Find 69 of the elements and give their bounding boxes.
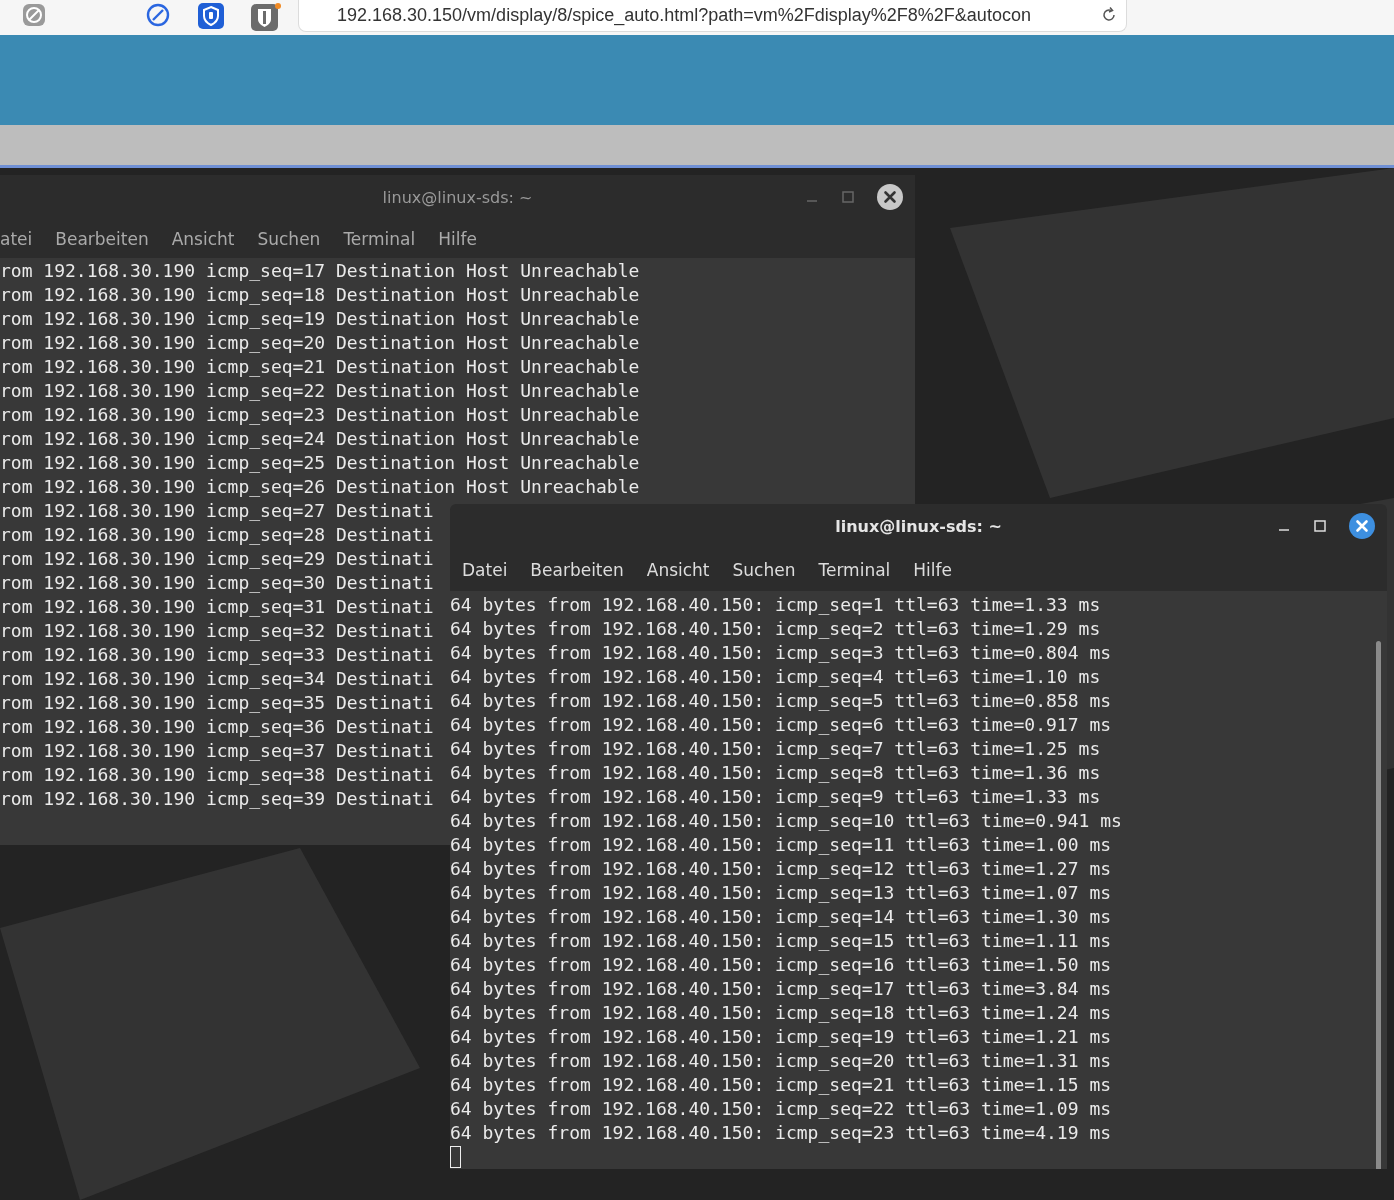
menu-item[interactable]: Terminal — [343, 229, 416, 249]
menu-item[interactable]: Bearbeiten — [55, 229, 149, 249]
menu-item[interactable]: Datei — [462, 560, 508, 580]
terminal-line: 64 bytes from 192.168.40.150: icmp_seq=23 ttl=63 time=4.19 ms — [450, 1121, 1112, 1145]
terminal-line: rom 192.168.30.190 icmp_seq=34 Destinati — [0, 667, 434, 691]
terminal-line: 64 bytes from 192.168.40.150: icmp_seq=18 ttl=63 time=1.24 ms — [450, 1001, 1112, 1025]
terminal-line: rom 192.168.30.190 icmp_seq=27 Destinati — [0, 499, 434, 523]
close-icon[interactable] — [877, 184, 903, 210]
menu-item[interactable]: Hilfe — [438, 229, 477, 249]
terminal-line: rom 192.168.30.190 icmp_seq=32 Destinati — [0, 619, 434, 643]
terminal-line: 64 bytes from 192.168.40.150: icmp_seq=16 ttl=63 time=1.50 ms — [450, 953, 1112, 977]
shield-icon[interactable] — [251, 3, 281, 31]
terminal-line: 64 bytes from 192.168.40.150: icmp_seq=4 ttl=63 time=1.10 ms — [450, 665, 1101, 689]
terminal-line: rom 192.168.30.190 icmp_seq=36 Destinati — [0, 715, 434, 739]
menu-item[interactable]: Bearbeiten — [530, 560, 624, 580]
terminal-line: 64 bytes from 192.168.40.150: icmp_seq=14 ttl=63 time=1.30 ms — [450, 905, 1112, 929]
shield-icon[interactable] — [198, 3, 224, 29]
terminal-line: rom 192.168.30.190 icmp_seq=24 Destination Host Unreachable — [0, 427, 640, 451]
terminal-line: rom 192.168.30.190 icmp_seq=21 Destination Host Unreachable — [0, 355, 640, 379]
terminal-line: 64 bytes from 192.168.40.150: icmp_seq=2 ttl=63 time=1.29 ms — [450, 617, 1101, 641]
terminal-line: rom 192.168.30.190 icmp_seq=23 Destination Host Unreachable — [0, 403, 640, 427]
terminal-line: 64 bytes from 192.168.40.150: icmp_seq=1 ttl=63 time=1.33 ms — [450, 593, 1101, 617]
terminal-line: 64 bytes from 192.168.40.150: icmp_seq=13 ttl=63 time=1.07 ms — [450, 881, 1112, 905]
terminal-line: rom 192.168.30.190 icmp_seq=18 Destination Host Unreachable — [0, 283, 640, 307]
terminal-line: 64 bytes from 192.168.40.150: icmp_seq=21 ttl=63 time=1.15 ms — [450, 1073, 1112, 1097]
terminal-line: rom 192.168.30.190 icmp_seq=20 Destination Host Unreachable — [0, 331, 640, 355]
terminal-line: rom 192.168.30.190 icmp_seq=31 Destinati — [0, 595, 434, 619]
menu-item[interactable]: Hilfe — [913, 560, 952, 580]
terminal-line: 64 bytes from 192.168.40.150: icmp_seq=5 ttl=63 time=0.858 ms — [450, 689, 1112, 713]
terminal-line: 64 bytes from 192.168.40.150: icmp_seq=22 ttl=63 time=1.09 ms — [450, 1097, 1112, 1121]
terminal-line: rom 192.168.30.190 icmp_seq=33 Destinati — [0, 643, 434, 667]
reload-icon[interactable] — [1100, 6, 1118, 24]
terminal-line: 64 bytes from 192.168.40.150: icmp_seq=12 ttl=63 time=1.27 ms — [450, 857, 1112, 881]
terminal-line: rom 192.168.30.190 icmp_seq=19 Destination Host Unreachable — [0, 307, 640, 331]
terminal-line: rom 192.168.30.190 icmp_seq=25 Destination Host Unreachable — [0, 451, 640, 475]
menu-item[interactable]: Ansicht — [646, 560, 710, 580]
menu-item[interactable]: Suchen — [257, 229, 321, 249]
terminal-line: rom 192.168.30.190 icmp_seq=38 Destinati — [0, 763, 434, 787]
terminal-line: 64 bytes from 192.168.40.150: icmp_seq=8 ttl=63 time=1.36 ms — [450, 761, 1101, 785]
terminal-line: 64 bytes from 192.168.40.150: icmp_seq=10 ttl=63 time=0.941 ms — [450, 809, 1122, 833]
terminal-line: rom 192.168.30.190 icmp_seq=35 Destinati — [0, 691, 434, 715]
terminal-line: 64 bytes from 192.168.40.150: icmp_seq=6 ttl=63 time=0.917 ms — [450, 713, 1112, 737]
terminal-line: rom 192.168.30.190 icmp_seq=26 Destination Host Unreachable — [0, 475, 640, 499]
terminal-line: 64 bytes from 192.168.40.150: icmp_seq=9 ttl=63 time=1.33 ms — [450, 785, 1101, 809]
terminal-line: 64 bytes from 192.168.40.150: icmp_seq=11 ttl=63 time=1.00 ms — [450, 833, 1112, 857]
terminal-line: 64 bytes from 192.168.40.150: icmp_seq=17 ttl=63 time=3.84 ms — [450, 977, 1112, 1001]
menu-item[interactable]: Terminal — [818, 560, 891, 580]
window-title: linux@linux-sds: ~ — [835, 517, 1002, 536]
terminal-line: rom 192.168.30.190 icmp_seq=30 Destinati — [0, 571, 434, 595]
terminal-line: rom 192.168.30.190 icmp_seq=37 Destinati — [0, 739, 434, 763]
terminal-line: rom 192.168.30.190 icmp_seq=28 Destinati — [0, 523, 434, 547]
blocked-icon[interactable] — [22, 3, 46, 27]
window-title: linux@linux-sds: ~ — [382, 188, 533, 207]
terminal-line: rom 192.168.30.190 icmp_seq=17 Destination Host Unreachable — [0, 259, 640, 283]
menu-item[interactable]: Suchen — [732, 560, 796, 580]
terminal-line: rom 192.168.30.190 icmp_seq=39 Destinati — [0, 787, 434, 811]
terminal-line: 64 bytes from 192.168.40.150: icmp_seq=3 ttl=63 time=0.804 ms — [450, 641, 1112, 665]
terminal-line: 64 bytes from 192.168.40.150: icmp_seq=19 ttl=63 time=1.21 ms — [450, 1025, 1112, 1049]
scrollbar[interactable] — [1376, 641, 1381, 1169]
close-icon[interactable] — [1349, 513, 1375, 539]
blocked-icon[interactable] — [146, 3, 170, 27]
menu-item[interactable]: atei — [0, 229, 33, 249]
terminal-line: rom 192.168.30.190 icmp_seq=29 Destinati — [0, 547, 434, 571]
terminal-line: 64 bytes from 192.168.40.150: icmp_seq=15 ttl=63 time=1.11 ms — [450, 929, 1112, 953]
menu-item[interactable]: Ansicht — [171, 229, 235, 249]
terminal-line: rom 192.168.30.190 icmp_seq=22 Destination Host Unreachable — [0, 379, 640, 403]
address-field[interactable]: 192.168.30.150/vm/display/8/spice_auto.html?path=vm%2Fdisplay%2F8%2F&autocon — [298, 0, 1127, 32]
terminal-line: 64 bytes from 192.168.40.150: icmp_seq=7 ttl=63 time=1.25 ms — [450, 737, 1101, 761]
terminal-line: 64 bytes from 192.168.40.150: icmp_seq=20 ttl=63 time=1.31 ms — [450, 1049, 1112, 1073]
